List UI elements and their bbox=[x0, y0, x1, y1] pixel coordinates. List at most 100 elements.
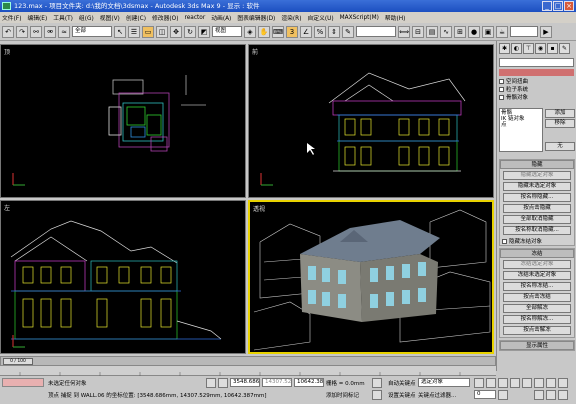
hide-frozen-checkbox[interactable]: 隐藏冻结对象 bbox=[500, 237, 574, 245]
align-icon[interactable]: ⊟ bbox=[412, 25, 424, 38]
orbit-icon[interactable] bbox=[546, 378, 556, 388]
viewport-perspective[interactable]: 透视 bbox=[248, 200, 494, 354]
next-frame-icon[interactable] bbox=[510, 378, 520, 388]
color-swatch[interactable] bbox=[499, 69, 574, 76]
viewport-top[interactable]: 顶 bbox=[0, 44, 246, 198]
z-coordinate-field[interactable]: 10642.387 bbox=[294, 378, 324, 387]
play-icon[interactable] bbox=[498, 378, 508, 388]
freeze-selected-button[interactable]: 冻结选定对象 bbox=[503, 260, 571, 269]
zoom-all-icon[interactable] bbox=[546, 390, 556, 400]
unlink-icon[interactable]: ⚮ bbox=[44, 25, 56, 38]
maximize-viewport-icon[interactable] bbox=[558, 378, 568, 388]
checkbox-bone-objects[interactable]: 骨骼对象 bbox=[497, 93, 576, 101]
material-editor-icon[interactable]: ● bbox=[468, 25, 480, 38]
menu-graph-editors[interactable]: 图表编辑器(D) bbox=[237, 13, 275, 22]
hide-selected-button[interactable]: 隐藏选定对象 bbox=[503, 171, 571, 180]
select-object-icon[interactable]: ↖ bbox=[114, 25, 126, 38]
freeze-unselected-button[interactable]: 冻结未选定对象 bbox=[503, 271, 571, 280]
auto-key-button[interactable]: 自动关键点 bbox=[388, 379, 416, 387]
goto-start-icon[interactable] bbox=[474, 378, 484, 388]
rect-selection-icon[interactable]: ▭ bbox=[142, 25, 154, 38]
manipulate-icon[interactable]: ✋ bbox=[258, 25, 270, 38]
unhide-all-button[interactable]: 全部取消隐藏 bbox=[503, 215, 571, 224]
redo-icon[interactable]: ↷ bbox=[16, 25, 28, 38]
list-item[interactable]: 点 bbox=[501, 122, 541, 128]
key-mode-icon[interactable] bbox=[372, 378, 382, 388]
viewport-left[interactable]: 左 bbox=[0, 200, 246, 354]
checkbox-space-warps[interactable]: 空间扭曲 bbox=[497, 77, 576, 85]
snap-3d-icon[interactable]: 3 bbox=[286, 25, 298, 38]
quick-render-icon[interactable]: ▶ bbox=[540, 25, 552, 38]
curve-editor-icon[interactable]: ∿ bbox=[440, 25, 452, 38]
hide-unselected-button[interactable]: 隐藏未选定对象 bbox=[503, 182, 571, 191]
selection-filter-dropdown[interactable]: 全部 bbox=[72, 26, 112, 37]
x-coordinate-field[interactable]: 3548.686m bbox=[230, 378, 260, 387]
unfreeze-by-name-button[interactable]: 按名称解冻... bbox=[503, 315, 571, 324]
utilities-tab-icon[interactable]: ✎ bbox=[559, 43, 570, 54]
mirror-icon[interactable]: ⟺ bbox=[398, 25, 410, 38]
percent-snap-icon[interactable]: % bbox=[314, 25, 326, 38]
create-tab-icon[interactable]: ✱ bbox=[499, 43, 510, 54]
display-props-header[interactable]: 显示属性 bbox=[500, 341, 574, 350]
menu-reactor[interactable]: reactor bbox=[184, 15, 205, 21]
unhide-by-name-button[interactable]: 按名称取消隐藏... bbox=[503, 226, 571, 235]
object-name-field[interactable] bbox=[499, 58, 574, 67]
hide-rollout-header[interactable]: 隐藏 bbox=[500, 160, 574, 169]
hide-by-name-button[interactable]: 按名称隐藏... bbox=[503, 193, 571, 202]
freeze-by-name-button[interactable]: 按名称冻结... bbox=[503, 282, 571, 291]
time-slider-knob[interactable]: 0 / 100 bbox=[3, 358, 33, 365]
menu-modifiers[interactable]: 修改器(O) bbox=[152, 13, 178, 22]
ref-coord-dropdown[interactable]: 视图 bbox=[212, 26, 242, 37]
layer-manager-icon[interactable]: ▤ bbox=[426, 25, 438, 38]
prev-frame-icon[interactable] bbox=[486, 378, 496, 388]
named-selection-dropdown[interactable] bbox=[356, 26, 396, 37]
unfreeze-all-button[interactable]: 全部解冻 bbox=[503, 304, 571, 313]
hierarchy-tab-icon[interactable]: ⊤ bbox=[523, 43, 534, 54]
unfreeze-by-hit-button[interactable]: 按点击解冻 bbox=[503, 326, 571, 335]
scale-icon[interactable]: ◩ bbox=[198, 25, 210, 38]
pivot-icon[interactable]: ◈ bbox=[244, 25, 256, 38]
track-bar[interactable] bbox=[0, 366, 496, 376]
y-coordinate-field[interactable]: 14307.521 bbox=[262, 378, 292, 387]
menu-file[interactable]: 文件(F) bbox=[2, 13, 21, 22]
menu-tools[interactable]: 工具(T) bbox=[53, 13, 73, 22]
bind-space-warp-icon[interactable]: ≈ bbox=[58, 25, 70, 38]
zoom-icon[interactable] bbox=[534, 390, 544, 400]
object-type-list[interactable]: 骨骼 IK 链对象 点 bbox=[499, 108, 543, 152]
display-tab-icon[interactable]: ▪ bbox=[547, 43, 558, 54]
viewport-front[interactable]: 前 bbox=[248, 44, 494, 198]
freeze-by-hit-button[interactable]: 按点击冻结 bbox=[503, 293, 571, 302]
menu-edit[interactable]: 编辑(E) bbox=[27, 13, 47, 22]
time-config-icon[interactable] bbox=[498, 390, 508, 400]
modify-tab-icon[interactable]: ◐ bbox=[511, 43, 522, 54]
absolute-mode-icon[interactable] bbox=[218, 378, 228, 388]
current-frame-field[interactable]: 0 bbox=[474, 390, 496, 399]
add-button[interactable]: 添加 bbox=[545, 109, 575, 118]
render-icon[interactable]: ☕ bbox=[496, 25, 508, 38]
render-type-dropdown[interactable] bbox=[510, 26, 538, 37]
schematic-view-icon[interactable]: ⊞ bbox=[454, 25, 466, 38]
angle-snap-icon[interactable]: ∠ bbox=[300, 25, 312, 38]
none-button[interactable]: 无 bbox=[545, 142, 575, 151]
checkbox-particle-systems[interactable]: 粒子系统 bbox=[497, 85, 576, 93]
time-slider[interactable]: 0 / 100 bbox=[0, 356, 496, 366]
hide-by-hit-button[interactable]: 按点击隐藏 bbox=[503, 204, 571, 213]
lock-selection-icon[interactable] bbox=[206, 378, 216, 388]
spinner-snap-icon[interactable]: ⇕ bbox=[328, 25, 340, 38]
keyboard-shortcut-icon[interactable]: ⌨ bbox=[272, 25, 284, 38]
window-crossing-icon[interactable]: ◫ bbox=[156, 25, 168, 38]
field-of-view-icon[interactable] bbox=[558, 390, 568, 400]
minimize-button[interactable]: _ bbox=[542, 1, 552, 11]
key-filters-button[interactable]: 关键点过滤器... bbox=[418, 391, 456, 399]
menu-animation[interactable]: 动画(A) bbox=[211, 13, 231, 22]
menu-group[interactable]: 组(G) bbox=[79, 13, 94, 22]
menu-rendering[interactable]: 渲染(R) bbox=[281, 13, 301, 22]
set-key-button[interactable]: 设置关键点 bbox=[388, 391, 416, 399]
undo-icon[interactable]: ↶ bbox=[2, 25, 14, 38]
render-setup-icon[interactable]: ▣ bbox=[482, 25, 494, 38]
menu-maxscript[interactable]: MAXScript(M) bbox=[340, 15, 379, 21]
rotate-icon[interactable]: ↻ bbox=[184, 25, 196, 38]
add-time-tag[interactable]: 添加时间标记 bbox=[326, 391, 359, 399]
menu-views[interactable]: 视图(V) bbox=[100, 13, 120, 22]
pan-icon[interactable] bbox=[534, 378, 544, 388]
